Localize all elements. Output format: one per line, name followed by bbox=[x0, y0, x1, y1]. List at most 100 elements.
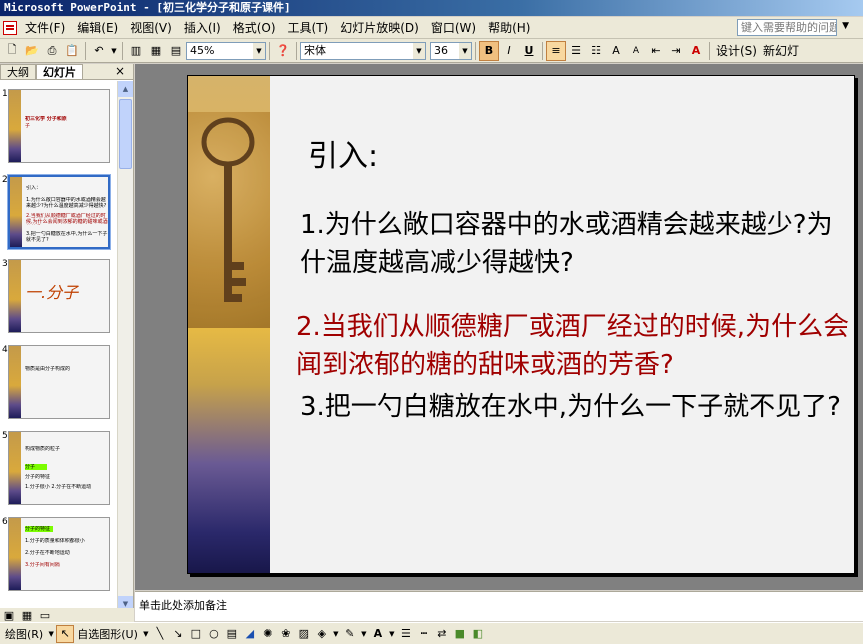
font-name-select[interactable]: 宋体 ▼ bbox=[300, 41, 426, 60]
align-left-icon[interactable]: ≡ bbox=[546, 40, 566, 61]
slide-number: 2 bbox=[2, 175, 8, 185]
line-icon[interactable]: ╲ bbox=[151, 625, 169, 643]
paste-icon[interactable]: 📋 bbox=[62, 41, 82, 61]
list-item[interactable]: 4 物质是由分子构成的 bbox=[0, 343, 118, 421]
decrease-font-icon[interactable]: A bbox=[626, 41, 646, 61]
underline-button[interactable]: U bbox=[519, 41, 539, 61]
menu-slideshow[interactable]: 幻灯片放映(D) bbox=[334, 19, 425, 36]
diagram-icon[interactable]: ✺ bbox=[259, 625, 277, 643]
font-color-icon[interactable]: A bbox=[686, 41, 706, 61]
menu-window[interactable]: 窗口(W) bbox=[425, 19, 482, 36]
increase-indent-icon[interactable]: ⇥ bbox=[666, 41, 686, 61]
font-color-icon[interactable]: A bbox=[369, 625, 387, 643]
document-icon[interactable] bbox=[3, 20, 17, 35]
fill-color-icon[interactable]: ◈ bbox=[313, 625, 331, 643]
3d-icon[interactable]: ◧ bbox=[469, 625, 487, 643]
chevron-down-icon[interactable]: ▼ bbox=[46, 625, 56, 643]
draw-menu-button[interactable]: 绘图(R) bbox=[2, 626, 46, 642]
list-item[interactable]: 5 构成物质的粒子 分子 分子的特征 1.分子很小 2.分子在不断运动 bbox=[0, 429, 118, 507]
slideshow-icon[interactable]: ▭ bbox=[36, 609, 54, 622]
increase-font-icon[interactable]: A bbox=[606, 41, 626, 61]
chevron-down-icon[interactable]: ▼ bbox=[141, 625, 151, 643]
slide-thumbnail-selected[interactable]: 引入： 1.为什么敞口容器中的水或酒精会越来越少?为什么温度越高减少得越快? 2… bbox=[7, 174, 111, 250]
oval-icon[interactable]: ○ bbox=[205, 625, 223, 643]
menu-file[interactable]: 文件(F) bbox=[19, 19, 71, 36]
insert-chart-icon[interactable]: ▥ bbox=[126, 41, 146, 61]
slide-thumbnail[interactable]: 一.分子 bbox=[8, 259, 110, 333]
decrease-indent-icon[interactable]: ⇤ bbox=[646, 41, 666, 61]
menu-view[interactable]: 视图(V) bbox=[124, 19, 178, 36]
arrow-icon[interactable]: ↘ bbox=[169, 625, 187, 643]
list-item[interactable]: 1 初三化学 分子和原 子 bbox=[0, 87, 118, 165]
help-search-input[interactable]: 键入需要帮助的问题 bbox=[737, 19, 837, 36]
help-dropdown-icon[interactable]: ▼ bbox=[842, 21, 849, 31]
normal-view-icon[interactable]: ▣ bbox=[0, 609, 18, 622]
bold-button[interactable]: B bbox=[479, 40, 499, 61]
scrollbar-thumb[interactable] bbox=[119, 99, 132, 169]
insert-table-icon[interactable]: ▦ bbox=[146, 41, 166, 61]
list-item[interactable]: 6 分子的特征 1.分子的质量和体积都很小 2.分子在不断地运动 3.分子间有间… bbox=[0, 515, 118, 593]
slide-content[interactable]: 引入: 1.为什么敞口容器中的水或酒精会越来越少?为什温度越高减少得越快? 2.… bbox=[296, 136, 850, 426]
font-size-select[interactable]: 36 ▼ bbox=[430, 41, 472, 60]
current-slide[interactable]: 引入: 1.为什么敞口容器中的水或酒精会越来越少?为什温度越高减少得越快? 2.… bbox=[187, 75, 855, 574]
clipart-icon[interactable]: ❀ bbox=[277, 625, 295, 643]
question-1[interactable]: 1.为什么敞口容器中的水或酒精会越来越少?为什温度越高减少得越快? bbox=[300, 206, 850, 282]
chevron-down-icon[interactable]: ▼ bbox=[413, 42, 425, 59]
rectangle-icon[interactable]: □ bbox=[187, 625, 205, 643]
tab-outline[interactable]: 大纲 bbox=[0, 64, 36, 79]
menu-edit[interactable]: 编辑(E) bbox=[71, 19, 124, 36]
question-2[interactable]: 2.当我们从顺德糖厂或酒厂经过的时候,为什么会闻到浓郁的糖的甜味或酒的芳香? bbox=[296, 308, 850, 384]
line-color-icon[interactable]: ✎ bbox=[341, 625, 359, 643]
print-icon[interactable]: ⎙ bbox=[42, 41, 62, 61]
grid-icon[interactable]: ▤ bbox=[166, 41, 186, 61]
bullet-list-icon[interactable]: ☷ bbox=[586, 41, 606, 61]
chevron-down-icon[interactable]: ▼ bbox=[331, 625, 341, 643]
scroll-up-icon[interactable]: ▲ bbox=[118, 81, 133, 97]
new-document-icon[interactable]: 🗋 bbox=[2, 41, 22, 61]
dash-style-icon[interactable]: ┅ bbox=[415, 625, 433, 643]
chevron-down-icon[interactable]: ▼ bbox=[387, 625, 397, 643]
notes-field[interactable]: 单击此处添加备注 bbox=[135, 591, 863, 621]
line-style-icon[interactable]: ☰ bbox=[397, 625, 415, 643]
textbox-icon[interactable]: ▤ bbox=[223, 625, 241, 643]
slide-thumbnail[interactable]: 初三化学 分子和原 子 bbox=[8, 89, 110, 163]
slide-sorter-icon[interactable]: ▦ bbox=[18, 609, 36, 622]
chevron-down-icon[interactable]: ▼ bbox=[253, 42, 265, 59]
menu-tools[interactable]: 工具(T) bbox=[282, 19, 335, 36]
autoshapes-button[interactable]: 自选图形(U) bbox=[74, 626, 141, 642]
zoom-select[interactable]: 45% ▼ bbox=[186, 41, 266, 60]
slide-thumbnail[interactable]: 构成物质的粒子 分子 分子的特征 1.分子很小 2.分子在不断运动 bbox=[8, 431, 110, 505]
question-3[interactable]: 3.把一勺白糖放在水中,为什么一下子就不见了? bbox=[300, 388, 850, 426]
new-slide-button[interactable]: 新幻灯 bbox=[760, 42, 802, 59]
slide-thumbnail[interactable]: 物质是由分子构成的 bbox=[8, 345, 110, 419]
shadow-icon[interactable]: ■ bbox=[451, 625, 469, 643]
menu-insert[interactable]: 插入(I) bbox=[178, 19, 227, 36]
slide-thumbnail[interactable]: 分子的特征 1.分子的质量和体积都很小 2.分子在不断地运动 3.分子间有间隔 bbox=[8, 517, 110, 591]
tab-slides[interactable]: 幻灯片 bbox=[36, 64, 83, 79]
wordart-icon[interactable]: ◢ bbox=[241, 625, 259, 643]
arrow-style-icon[interactable]: ⇄ bbox=[433, 625, 451, 643]
numbered-list-icon[interactable]: ☰ bbox=[566, 41, 586, 61]
italic-button[interactable]: I bbox=[499, 41, 519, 61]
menu-format[interactable]: 格式(O) bbox=[227, 19, 282, 36]
list-item[interactable]: 2 引入： 1.为什么敞口容器中的水或酒精会越来越少?为什么温度越高减少得越快?… bbox=[0, 173, 118, 251]
help-icon[interactable]: ❓ bbox=[273, 41, 293, 61]
toolbar-divider bbox=[542, 41, 543, 60]
picture-icon[interactable]: ▨ bbox=[295, 625, 313, 643]
close-icon[interactable]: × bbox=[115, 64, 125, 79]
undo-dropdown-icon[interactable]: ▼ bbox=[109, 41, 119, 61]
chevron-down-icon[interactable]: ▼ bbox=[459, 42, 471, 59]
design-button[interactable]: 设计(S) bbox=[713, 42, 760, 59]
chevron-down-icon[interactable]: ▼ bbox=[359, 625, 369, 643]
undo-icon[interactable]: ↶ bbox=[89, 41, 109, 61]
window-title-bar: Microsoft PowerPoint - [初三化学分子和原子课件] bbox=[0, 0, 863, 16]
slide-heading[interactable]: 引入: bbox=[308, 136, 850, 178]
window-title: Microsoft PowerPoint - [初三化学分子和原子课件] bbox=[4, 1, 291, 14]
select-pointer-icon[interactable]: ↖ bbox=[56, 624, 75, 643]
thumbnail-scrollbar[interactable]: ▲ ▼ bbox=[117, 81, 133, 612]
menu-help[interactable]: 帮助(H) bbox=[482, 19, 536, 36]
open-folder-icon[interactable]: 📂 bbox=[22, 41, 42, 61]
list-item[interactable]: 3 一.分子 bbox=[0, 257, 118, 335]
thumbnail-text: 分子的特征 bbox=[25, 474, 51, 480]
thumbnail-decoration bbox=[9, 432, 21, 504]
